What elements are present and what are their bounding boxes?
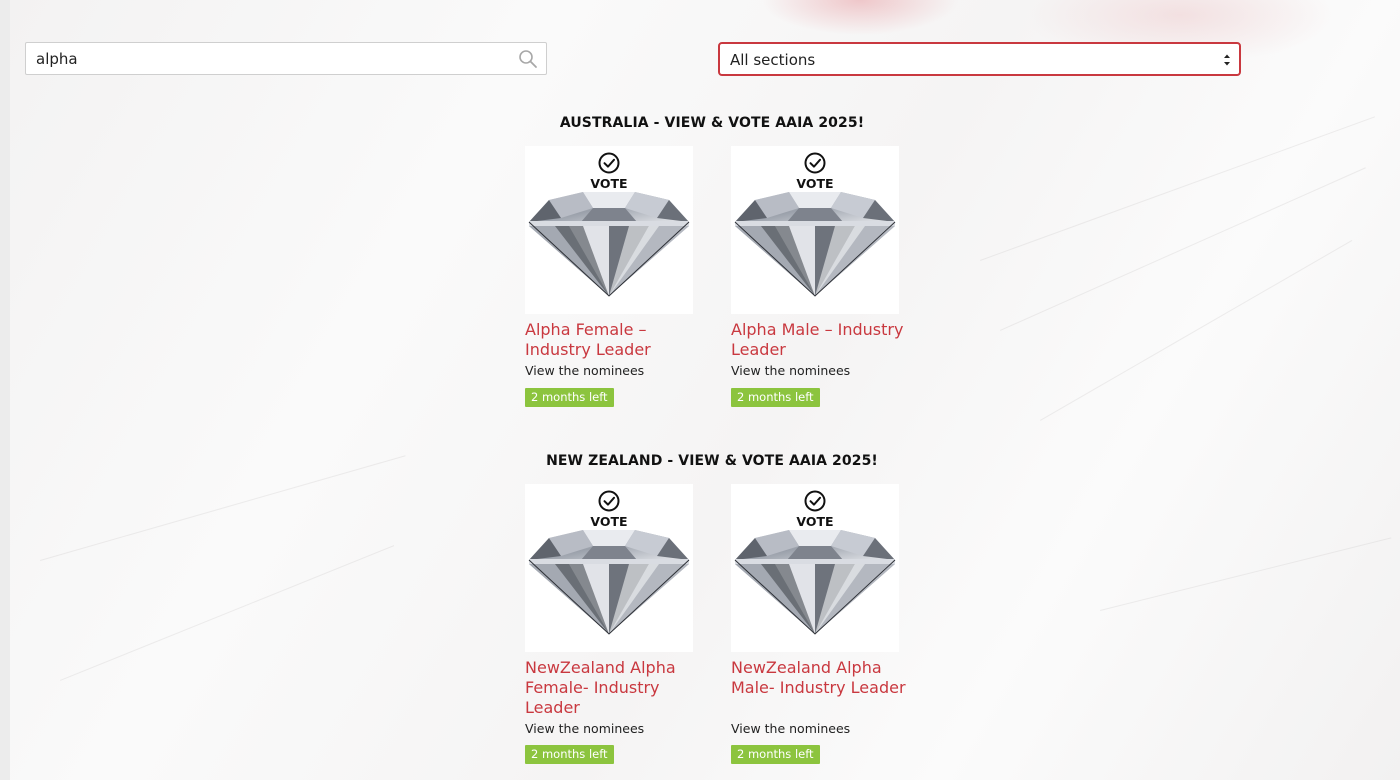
view-nominees-text: View the nominees	[731, 721, 851, 736]
vote-diamond-image[interactable]: VOTE	[731, 146, 899, 314]
section-filter-value: All sections	[730, 51, 816, 69]
search-box[interactable]	[25, 42, 547, 75]
search-icon[interactable]	[518, 49, 538, 69]
diamond-icon	[731, 146, 899, 314]
award-title-link[interactable]: NewZealand Alpha Female- Industry Leader	[525, 658, 710, 718]
time-left-badge: 2 months left	[731, 388, 820, 407]
vote-diamond-image[interactable]: VOTE	[731, 484, 899, 652]
time-left-badge: 2 months left	[525, 745, 614, 764]
vote-label: VOTE	[796, 514, 834, 529]
vote-diamond-image[interactable]: VOTE	[525, 484, 693, 652]
select-arrows-icon	[1224, 54, 1230, 66]
award-title-link[interactable]: NewZealand Alpha Male- Industry Leader	[731, 658, 916, 698]
diamond-icon	[525, 146, 693, 314]
view-nominees-text: View the nominees	[525, 363, 645, 378]
vote-label: VOTE	[590, 514, 628, 529]
diamond-icon	[731, 484, 899, 652]
award-title-link[interactable]: Alpha Male – Industry Leader	[731, 320, 916, 360]
section-heading-new-zealand: NEW ZEALAND - VIEW & VOTE AAIA 2025!	[546, 453, 878, 469]
view-nominees-text: View the nominees	[525, 721, 645, 736]
time-left-badge: 2 months left	[731, 745, 820, 764]
vote-label: VOTE	[590, 176, 628, 191]
vote-label: VOTE	[796, 176, 834, 191]
search-input[interactable]	[26, 43, 516, 74]
time-left-badge: 2 months left	[525, 388, 614, 407]
view-nominees-text: View the nominees	[731, 363, 851, 378]
section-filter-select[interactable]: All sections	[718, 42, 1241, 76]
award-title-link[interactable]: Alpha Female – Industry Leader	[525, 320, 710, 360]
diamond-icon	[525, 484, 693, 652]
section-heading-australia: AUSTRALIA - VIEW & VOTE AAIA 2025!	[559, 115, 865, 131]
vote-diamond-image[interactable]: VOTE	[525, 146, 693, 314]
